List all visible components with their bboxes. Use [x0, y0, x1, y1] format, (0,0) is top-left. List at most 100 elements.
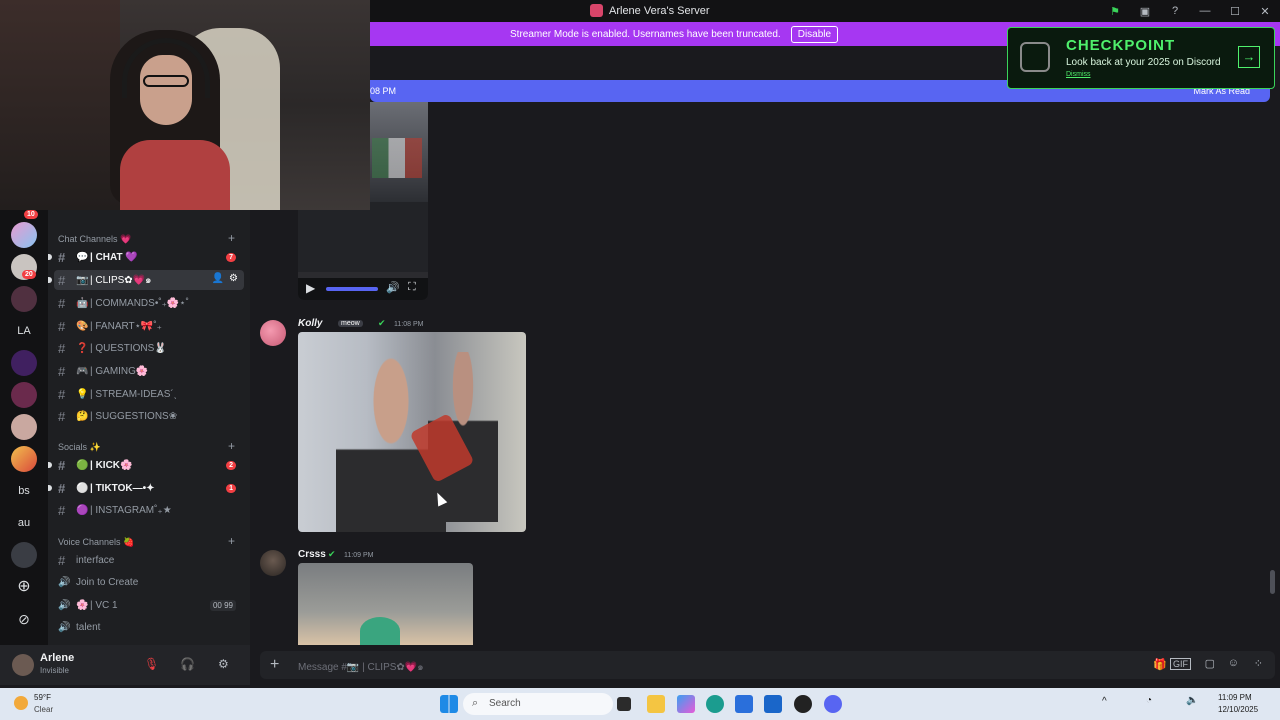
- checkpoint-promo[interactable]: CHECKPOINT Look back at your 2025 on Dis…: [1007, 27, 1275, 89]
- gif-icon[interactable]: GIF: [1170, 658, 1191, 670]
- inbox-icon[interactable]: ▣: [1130, 5, 1160, 18]
- channel-kick[interactable]: # 🟢 | KICK🌸 2: [48, 455, 244, 475]
- gear-icon[interactable]: ⚙: [218, 657, 229, 671]
- channel-emoji: 💡: [76, 388, 89, 400]
- server-icon[interactable]: [11, 382, 37, 408]
- create-channel-icon[interactable]: +: [228, 439, 235, 453]
- discord-icon[interactable]: [824, 695, 842, 713]
- channel-talent[interactable]: 🔊 talent: [54, 617, 244, 637]
- channel-fanart[interactable]: # 🎨 | FANART⋆🎀˚₊: [54, 316, 244, 336]
- server-icon[interactable]: [11, 350, 37, 376]
- scrollbar-thumb[interactable]: [1270, 570, 1275, 594]
- image-attachment[interactable]: [298, 332, 526, 532]
- edge-icon[interactable]: [706, 695, 724, 713]
- task-view-icon[interactable]: [617, 697, 631, 711]
- weather-temp[interactable]: 59°F: [34, 693, 51, 702]
- message-author[interactable]: Kolly: [298, 318, 322, 329]
- hash-icon: #: [58, 502, 66, 518]
- message-author[interactable]: Crsss: [298, 549, 326, 560]
- avatar[interactable]: [12, 654, 34, 676]
- add-attachment-icon[interactable]: +: [270, 656, 279, 674]
- help-icon[interactable]: ?: [1160, 5, 1190, 17]
- file-explorer-icon[interactable]: [647, 695, 665, 713]
- streamer-mode-text: Streamer Mode is enabled. Usernames have…: [510, 28, 781, 40]
- new-messages-time: 08 PM: [370, 86, 397, 96]
- server-initials[interactable]: au: [11, 510, 37, 536]
- avatar[interactable]: [260, 550, 286, 576]
- maximize-button[interactable]: ☐: [1220, 5, 1250, 18]
- channel-chat[interactable]: # 💬 | CHAT 💜 7: [48, 247, 244, 267]
- outlook-icon[interactable]: [764, 695, 782, 713]
- emoji-icon[interactable]: ☺: [1228, 657, 1239, 669]
- disable-streamer-mode-button[interactable]: Disable: [790, 25, 839, 43]
- clock-date[interactable]: 12/10/2025: [1218, 705, 1258, 714]
- play-icon[interactable]: ▶: [306, 281, 315, 295]
- apps-icon[interactable]: ⁘: [1254, 657, 1263, 670]
- notification-badge: 20: [22, 270, 36, 279]
- gear-icon[interactable]: ⚙: [229, 273, 238, 284]
- server-icon[interactable]: [11, 286, 37, 312]
- clock-time[interactable]: 11:09 PM: [1218, 693, 1252, 702]
- weather-icon[interactable]: [14, 696, 28, 710]
- channel-clips[interactable]: # 📷 | CLIPS✿💗๑ 👤 ⚙: [48, 270, 244, 290]
- headphones-icon[interactable]: 🎧: [180, 657, 195, 671]
- windows-start-icon[interactable]: [440, 695, 458, 713]
- channel-suggestions[interactable]: # 🤔 | SUGGESTIONS❀: [54, 406, 244, 426]
- channel-label: | CHAT 💜: [90, 251, 138, 263]
- channel-emoji: 🎨: [76, 320, 89, 332]
- volume-icon[interactable]: 🔈: [1186, 695, 1198, 706]
- channel-interface[interactable]: # interface: [54, 550, 244, 570]
- arrow-right-icon[interactable]: →: [1238, 46, 1260, 68]
- channel-gaming[interactable]: # 🎮 | GAMING🌸: [54, 361, 244, 381]
- server-icon[interactable]: [11, 542, 37, 568]
- channel-stream-ideas[interactable]: # 💡 | STREAM-IDEAS´ˎ: [54, 384, 244, 404]
- unread-indicator: [48, 485, 52, 491]
- video-progress-bar[interactable]: [326, 287, 378, 291]
- channel-join-to-create[interactable]: 🔊 Join to Create: [54, 572, 244, 592]
- store-icon[interactable]: [735, 695, 753, 713]
- image-attachment[interactable]: [298, 563, 473, 645]
- mic-muted-icon[interactable]: 🎙: [144, 657, 159, 671]
- channel-commands[interactable]: # 🤖 | COMMANDS•˚₊🌸⋆˚: [54, 293, 244, 313]
- create-channel-icon[interactable]: +: [228, 534, 235, 548]
- invite-icon[interactable]: 👤: [212, 273, 224, 284]
- server-tag[interactable]: meow: [338, 320, 363, 327]
- server-initials[interactable]: bs: [11, 478, 37, 504]
- close-button[interactable]: ✕: [1250, 5, 1280, 18]
- message-timestamp: 11:08 PM: [394, 321, 424, 328]
- user-panel[interactable]: Arlene Invisible 🎙 🎧 ⚙: [0, 645, 250, 685]
- unread-indicator: [48, 462, 52, 468]
- message-input[interactable]: + Message #📷 | CLIPS✿💗๑ 🎁 GIF ▢ ☺ ⁘: [260, 651, 1275, 679]
- checkpoint-dismiss-link[interactable]: Dismiss: [1066, 71, 1091, 78]
- channel-label: | VC 1: [90, 599, 118, 611]
- channel-label: | QUESTIONS🐰: [90, 342, 167, 354]
- discover-icon[interactable]: ⊘: [11, 606, 37, 632]
- channel-questions[interactable]: # ❓ | QUESTIONS🐰: [54, 338, 244, 358]
- add-server-icon[interactable]: ⊕: [11, 574, 37, 600]
- channel-vc1[interactable]: 🔊 🌸 | VC 1 00 99: [54, 595, 244, 615]
- gift-icon[interactable]: 🎁: [1153, 658, 1167, 671]
- create-channel-icon[interactable]: +: [228, 231, 235, 245]
- minimize-button[interactable]: —: [1190, 5, 1220, 17]
- avatar[interactable]: [260, 320, 286, 346]
- hash-icon: #: [58, 363, 66, 379]
- copilot-icon[interactable]: [677, 695, 695, 713]
- volume-icon[interactable]: 🔊: [386, 281, 400, 294]
- tray-chevron-icon[interactable]: ^: [1102, 696, 1107, 707]
- channel-instagram[interactable]: # 🟣 | INSTAGRAM˚₊★: [54, 500, 244, 520]
- category-header[interactable]: Socials ✨: [58, 442, 101, 453]
- app-icon[interactable]: [794, 695, 812, 713]
- taskbar-search[interactable]: ⌕ Search: [463, 693, 613, 715]
- server-icon[interactable]: [11, 222, 37, 248]
- wifi-icon[interactable]: ◔: [1146, 695, 1152, 706]
- server-initials[interactable]: LA: [11, 318, 37, 344]
- unread-badge: 1: [226, 484, 236, 493]
- channel-tiktok[interactable]: # ⚪ | TIKTOK—•✦ 1: [48, 478, 244, 498]
- fullscreen-icon[interactable]: ⛶: [408, 281, 416, 294]
- flag-icon[interactable]: ⚑: [1100, 5, 1130, 18]
- server-icon[interactable]: [11, 414, 37, 440]
- sticker-icon[interactable]: ▢: [1205, 657, 1215, 670]
- server-icon[interactable]: [11, 446, 37, 472]
- category-header[interactable]: Voice Channels 🍓: [58, 537, 134, 548]
- category-header[interactable]: Chat Channels 💗: [58, 234, 131, 245]
